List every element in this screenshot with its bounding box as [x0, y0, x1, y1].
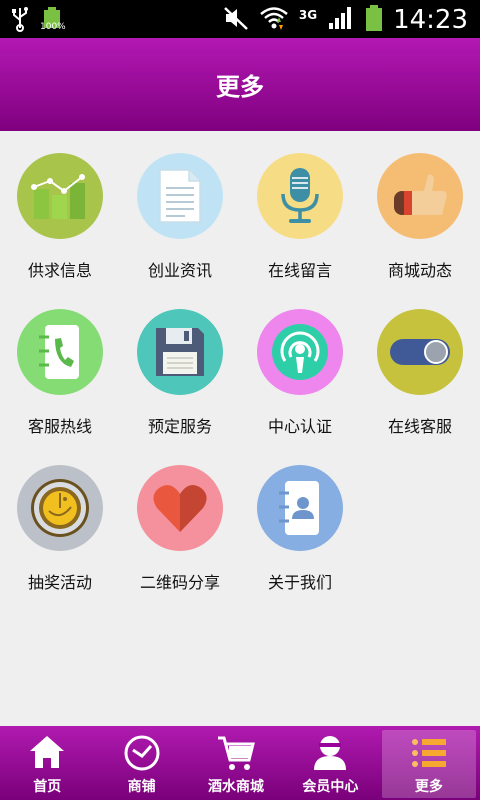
grid-item-service-hotline[interactable]: 客服热线 [0, 287, 120, 443]
grid-item-label: 二维码分享 [139, 573, 220, 592]
bar-chart-icon [17, 153, 103, 239]
lottery-wheel-icon [17, 465, 103, 551]
battery-icon [365, 4, 383, 36]
grid-item-label: 抽奖活动 [27, 573, 92, 592]
tab-member-center[interactable]: 会员中心 [283, 726, 377, 800]
grid-item-mall-updates[interactable]: 商城动态 [360, 131, 480, 287]
grid-item-label: 预定服务 [147, 417, 212, 436]
tab-label: 酒水商城 [208, 779, 265, 795]
page-title: 更多 [216, 73, 264, 101]
grid-item-qrcode-share[interactable]: 二维码分享 [120, 443, 240, 599]
grid-item-startup-news[interactable]: 创业资讯 [120, 131, 240, 287]
grid-item-label: 关于我们 [267, 573, 332, 592]
grid-item-label: 创业资讯 [147, 261, 212, 280]
grid-item-center-certification[interactable]: 中心认证 [240, 287, 360, 443]
document-icon [137, 153, 223, 239]
contacts-book-icon [257, 465, 343, 551]
tab-label: 会员中心 [302, 779, 359, 795]
bottom-tab-bar: 首页 商铺 酒水商城 会员中心 更多 [0, 726, 480, 800]
tab-label: 更多 [414, 779, 443, 795]
battery-percent: 100% [40, 22, 66, 32]
tab-more[interactable]: 更多 [381, 730, 477, 798]
grid-item-online-support[interactable]: 在线客服 [360, 287, 480, 443]
heart-icon [137, 465, 223, 551]
tab-home[interactable]: 首页 [0, 726, 94, 800]
clock-time: 14:23 [393, 5, 468, 35]
floppy-disk-icon [137, 309, 223, 395]
microphone-icon [257, 153, 343, 239]
user-icon [314, 736, 347, 770]
signal-icon [327, 5, 355, 35]
grid-item-label: 在线客服 [387, 417, 452, 436]
cart-icon [218, 736, 255, 770]
grid-item-label: 供求信息 [27, 261, 92, 280]
status-bar: 100% 3G 14:23 [0, 0, 480, 38]
grid-item-label: 中心认证 [267, 417, 332, 436]
grid-item-online-message[interactable]: 在线留言 [240, 131, 360, 287]
podcast-icon [257, 309, 343, 395]
toggle-switch-icon [377, 309, 463, 395]
thumbs-up-icon [377, 153, 463, 239]
tab-label: 首页 [33, 779, 62, 795]
usb-icon [10, 6, 30, 36]
app-header: 更多 [0, 38, 480, 131]
home-icon [30, 736, 65, 768]
tab-label: 商铺 [127, 779, 156, 795]
grid-item-supply-demand[interactable]: 供求信息 [0, 131, 120, 287]
tab-liquor-mall[interactable]: 酒水商城 [189, 726, 283, 800]
list-icon [411, 739, 446, 767]
clock-icon [124, 735, 160, 771]
mute-icon [223, 5, 249, 35]
grid-item-label: 客服热线 [27, 417, 92, 436]
grid-item-about-us[interactable]: 关于我们 [240, 443, 360, 599]
tab-shops[interactable]: 商铺 [94, 726, 188, 800]
network-type: 3G [298, 8, 318, 22]
grid-item-booking-service[interactable]: 预定服务 [120, 287, 240, 443]
grid-item-lottery[interactable]: 抽奖活动 [0, 443, 120, 599]
grid-item-label: 商城动态 [387, 261, 452, 280]
wifi-icon [259, 5, 289, 35]
grid-item-label: 在线留言 [267, 261, 332, 280]
phone-book-icon [17, 309, 103, 395]
